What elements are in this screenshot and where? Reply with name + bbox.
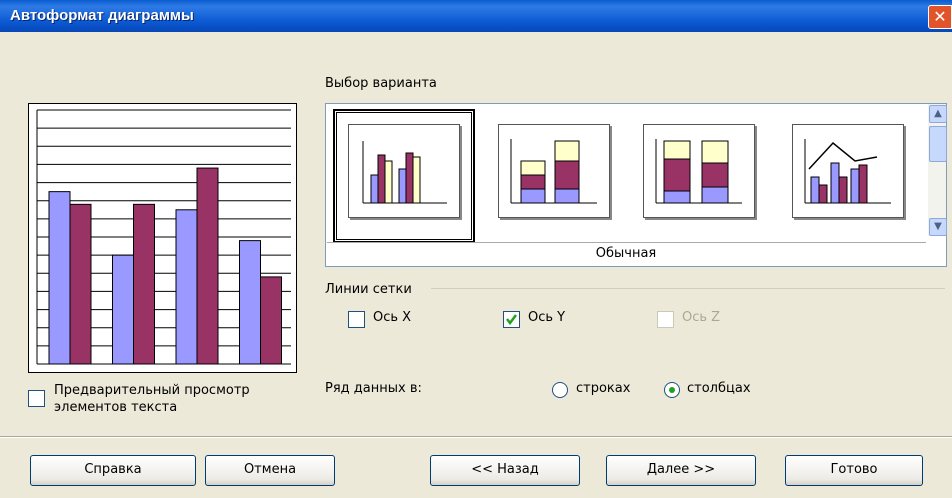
mini-bar bbox=[377, 154, 386, 204]
mini-bar bbox=[405, 152, 414, 204]
variant-stacked-100[interactable] bbox=[643, 124, 755, 218]
grid-y-checkbox[interactable] bbox=[503, 311, 520, 328]
window-title: Автоформат диаграммы bbox=[10, 7, 194, 24]
mini-bar bbox=[384, 160, 393, 204]
gallery-scrollbar[interactable]: ▲ ▼ bbox=[928, 104, 947, 236]
chart-variant-gallery[interactable]: ▲ ▼ Обычная bbox=[325, 103, 947, 267]
scroll-down-icon[interactable]: ▼ bbox=[929, 218, 947, 236]
scroll-up-icon[interactable]: ▲ bbox=[929, 105, 947, 123]
variant-line-bar-icon bbox=[804, 139, 891, 204]
cancel-button[interactable]: Отмена bbox=[205, 455, 335, 486]
radio-selected-dot bbox=[669, 387, 675, 393]
checkmark-icon bbox=[506, 314, 517, 326]
series-columns-label: столбцах bbox=[687, 381, 751, 396]
series-in-label: Ряд данных в: bbox=[325, 381, 422, 396]
series-rows-label: строках bbox=[576, 381, 631, 396]
gallery-selected-caption: Обычная bbox=[595, 246, 657, 261]
preview-text-label-line2: элементов текста bbox=[54, 400, 178, 415]
help-button[interactable]: Справка bbox=[30, 455, 196, 486]
close-icon: ✕ bbox=[933, 7, 947, 26]
finish-button[interactable]: Готово bbox=[785, 455, 923, 486]
grid-x-label: Ось X bbox=[373, 310, 412, 325]
preview-bar bbox=[175, 209, 198, 365]
preview-text-label-line1: Предварительный просмотр bbox=[54, 383, 250, 398]
preview-bar bbox=[239, 240, 261, 365]
preview-bar bbox=[260, 276, 282, 365]
preview-bar bbox=[133, 203, 155, 365]
scroll-thumb[interactable] bbox=[929, 126, 947, 162]
next-button[interactable]: Далее >> bbox=[606, 455, 756, 486]
gridlines-heading: Линии сетки bbox=[325, 282, 412, 297]
preview-text-label: Предварительный просмотр элементов текст… bbox=[54, 382, 250, 416]
back-button[interactable]: << Назад bbox=[430, 455, 580, 486]
preview-chart bbox=[28, 103, 297, 373]
variant-clustered-icon bbox=[362, 141, 447, 204]
mini-bar bbox=[370, 174, 379, 204]
preview-chart-svg bbox=[36, 109, 291, 365]
close-button[interactable]: ✕ bbox=[928, 5, 952, 29]
variant-clustered[interactable] bbox=[348, 124, 460, 218]
mini-bar bbox=[412, 156, 421, 204]
variant-stacked-100-icon bbox=[655, 139, 742, 204]
preview-text-checkbox[interactable] bbox=[28, 390, 45, 407]
button-separator bbox=[0, 436, 952, 438]
title-bar: Автоформат диаграммы ✕ bbox=[0, 0, 952, 32]
gallery-heading: Выбор варианта bbox=[325, 76, 437, 91]
preview-bar bbox=[196, 167, 219, 365]
variant-stacked[interactable] bbox=[498, 124, 610, 218]
gridlines-divider bbox=[431, 288, 945, 289]
preview-bar bbox=[48, 191, 71, 365]
series-columns-radio[interactable] bbox=[664, 382, 680, 398]
gallery-caption-divider bbox=[327, 242, 926, 243]
mini-bar bbox=[398, 168, 407, 204]
variant-stacked-icon bbox=[510, 139, 597, 204]
preview-bar bbox=[112, 254, 134, 365]
preview-bar bbox=[69, 203, 92, 365]
grid-z-label: Ось Z bbox=[682, 310, 721, 325]
grid-z-checkbox bbox=[657, 311, 674, 328]
grid-y-label: Ось Y bbox=[528, 310, 566, 325]
series-rows-radio[interactable] bbox=[552, 382, 568, 398]
grid-x-checkbox[interactable] bbox=[348, 311, 365, 328]
variant-line-bar[interactable] bbox=[792, 124, 904, 218]
